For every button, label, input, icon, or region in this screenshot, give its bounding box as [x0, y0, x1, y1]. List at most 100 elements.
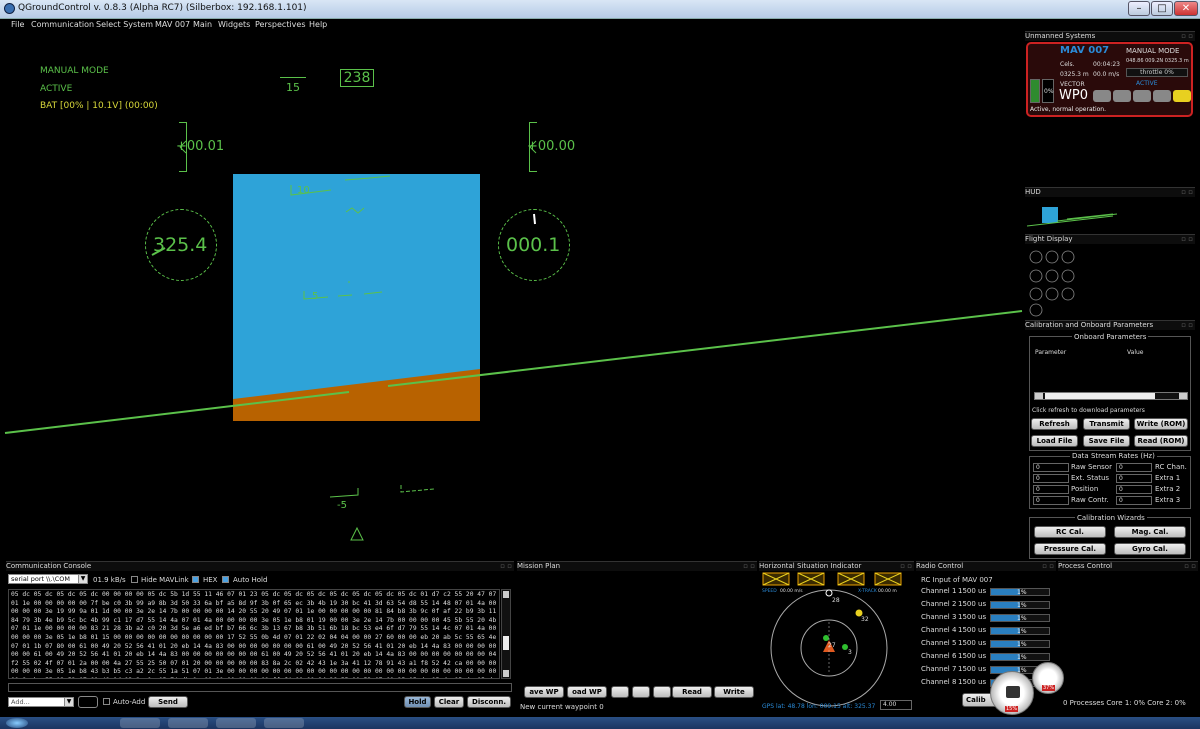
console-scroll-down[interactable] — [503, 670, 509, 677]
extra1-rate[interactable]: 0 — [1116, 474, 1152, 483]
uas-vector: VECTOR — [1060, 81, 1085, 88]
flight-display-pane-title: Flight Display ▫ ▫ — [1025, 234, 1195, 244]
uas-battery-pct: 0% — [1044, 88, 1054, 95]
rc-channel-label: Channel 3 — [921, 613, 957, 621]
hex-checkbox[interactable] — [192, 576, 199, 583]
mag-cal-button[interactable]: Mag. Cal. — [1114, 526, 1186, 538]
uas-led-1 — [1093, 90, 1111, 102]
rc-channel-bar: 1% — [990, 588, 1050, 596]
port-select[interactable]: serial port \\.\COM ▼ — [8, 574, 88, 584]
hsi-track-label: X-TRACK — [858, 589, 877, 594]
clear-button[interactable]: Clear — [434, 696, 464, 708]
uas-status: Active, normal operation. — [1030, 106, 1107, 113]
uas-speed: 00.0 m/s — [1093, 71, 1120, 78]
taskbar-item-3[interactable] — [216, 718, 256, 728]
hsi-pane-title-text: Horizontal Situation Indicator — [759, 562, 862, 570]
taskbar-item-2[interactable] — [168, 718, 208, 728]
console-scrollbar[interactable] — [501, 589, 511, 679]
scroll-thumb[interactable] — [1045, 393, 1155, 399]
console-input[interactable] — [8, 683, 512, 692]
params-hscrollbar[interactable] — [1034, 392, 1188, 400]
rc-channel-bar: 1% — [990, 601, 1050, 609]
save-file-button[interactable]: Save File — [1083, 435, 1130, 447]
console-output[interactable]: 05 dc 05 dc 05 dc 05 dc 00 00 00 00 05 d… — [8, 589, 500, 679]
console-scroll-up[interactable] — [503, 591, 509, 598]
taskbar-item-4[interactable] — [264, 718, 304, 728]
hold-button[interactable]: Hold — [404, 696, 431, 708]
maximize-button[interactable]: □ — [1151, 1, 1173, 16]
raw-contr-rate[interactable]: 0 — [1033, 496, 1069, 505]
hsi-label-32: 32 — [861, 616, 869, 623]
secondary-gauge: 37% — [1032, 662, 1064, 694]
add-command-select[interactable]: Add... ▼ — [8, 697, 74, 707]
chevron-down-icon[interactable]: ▼ — [78, 575, 87, 583]
disconnect-button[interactable]: Disconn. — [467, 696, 511, 708]
rc-channel-bar-fill — [991, 602, 1020, 608]
save-waypoints-button[interactable]: ave WP — [524, 686, 564, 698]
process-pane-title: Process Control ▫ ▫ — [1058, 561, 1198, 571]
uas-pane-title-text: Unmanned Systems — [1025, 32, 1096, 40]
rc-channel-bar: 1% — [990, 627, 1050, 635]
refresh-button[interactable]: Refresh — [1031, 418, 1078, 430]
radio-pane-title: Radio Control ▫ ▫ — [916, 561, 1056, 571]
auto-hold-checkbox[interactable] — [222, 576, 229, 583]
hide-mavlink-checkbox[interactable] — [131, 576, 138, 583]
send-text-field[interactable] — [78, 696, 98, 708]
start-button[interactable] — [6, 718, 28, 728]
waypoint-blank-button-3[interactable] — [653, 686, 671, 698]
hsi-zoom-spin[interactable]: 4.00 — [880, 700, 912, 710]
extra3-rate[interactable]: 0 — [1116, 496, 1152, 505]
params-hint: Click refresh to download parameters — [1032, 407, 1145, 414]
rc-cal-button[interactable]: RC Cal. — [1034, 526, 1106, 538]
raw-sensor-label: Raw Sensor — [1071, 463, 1112, 471]
extra2-rate[interactable]: 0 — [1116, 485, 1152, 494]
hsi-label-3: 3 — [848, 649, 852, 656]
flight-display-gauges — [1029, 250, 1075, 317]
scroll-left-arrow[interactable] — [1035, 393, 1043, 399]
rc-channel-bar: 1% — [990, 640, 1050, 648]
taskbar-item-1[interactable] — [120, 718, 160, 728]
minimize-button[interactable]: – — [1128, 1, 1150, 16]
write-waypoints-button[interactable]: Write — [714, 686, 754, 698]
waypoint-blank-button-1[interactable] — [611, 686, 629, 698]
load-file-button[interactable]: Load File — [1031, 435, 1078, 447]
uas-active: ACTIVE — [1136, 80, 1158, 87]
send-button[interactable]: Send — [148, 696, 188, 708]
write-rom-button[interactable]: Write (ROM) — [1134, 418, 1188, 430]
ext-status-rate[interactable]: 0 — [1033, 474, 1069, 483]
uas-card[interactable]: MAV 007 MANUAL MODE Cels. 00:04:23 048.8… — [1026, 42, 1193, 117]
raw-sensor-rate[interactable]: 0 — [1033, 463, 1069, 472]
scroll-right-arrow[interactable] — [1179, 393, 1187, 399]
rc-channel-us: 1500 us — [958, 639, 987, 647]
close-button[interactable]: ✕ — [1174, 1, 1198, 16]
rc-channel-bar: 1% — [990, 653, 1050, 661]
rc-chan-rate[interactable]: 0 — [1116, 463, 1152, 472]
mission-pane-title: Mission Plan ▫ ▫ — [517, 561, 757, 571]
hud-pane-title: HUD ▫ ▫ — [1025, 187, 1195, 197]
read-rom-button[interactable]: Read (ROM) — [1134, 435, 1188, 447]
position-label: Position — [1071, 485, 1099, 493]
hsi-speed-label: SPEED — [762, 589, 777, 594]
uas-pane-title: Unmanned Systems ▫ ▫ — [1025, 31, 1195, 41]
rc-channel-bar-fill — [991, 641, 1020, 647]
pressure-cal-button[interactable]: Pressure Cal. — [1034, 543, 1106, 555]
onboard-params-group: Onboard Parameters Parameter Value Click… — [1029, 333, 1191, 451]
rc-channel-bar-fill — [991, 628, 1020, 634]
hsi-track-value: 00.00 m — [878, 589, 897, 594]
waypoint-blank-button-2[interactable] — [632, 686, 650, 698]
auto-add-checkbox[interactable] — [103, 698, 110, 705]
stream-rates-title: Data Stream Rates (Hz) — [1070, 452, 1157, 460]
transmit-button[interactable]: Transmit — [1083, 418, 1130, 430]
console-scroll-thumb[interactable] — [503, 636, 509, 650]
position-rate[interactable]: 0 — [1033, 485, 1069, 494]
onboard-params-title: Onboard Parameters — [1072, 333, 1149, 341]
calib-pane-title-text: Calibration and Onboard Parameters — [1025, 321, 1154, 329]
rc-input-header: RC Input of MAV 007 — [921, 576, 993, 584]
console-pane-title-text: Communication Console — [6, 562, 92, 570]
load-waypoints-button[interactable]: oad WP — [567, 686, 607, 698]
rc-channel-us: 1500 us — [958, 600, 987, 608]
hsi-label-27: 27 — [828, 642, 836, 649]
gyro-cal-button[interactable]: Gyro Cal. — [1114, 543, 1186, 555]
chevron-down-icon[interactable]: ▼ — [64, 698, 73, 706]
read-waypoints-button[interactable]: Read — [672, 686, 712, 698]
